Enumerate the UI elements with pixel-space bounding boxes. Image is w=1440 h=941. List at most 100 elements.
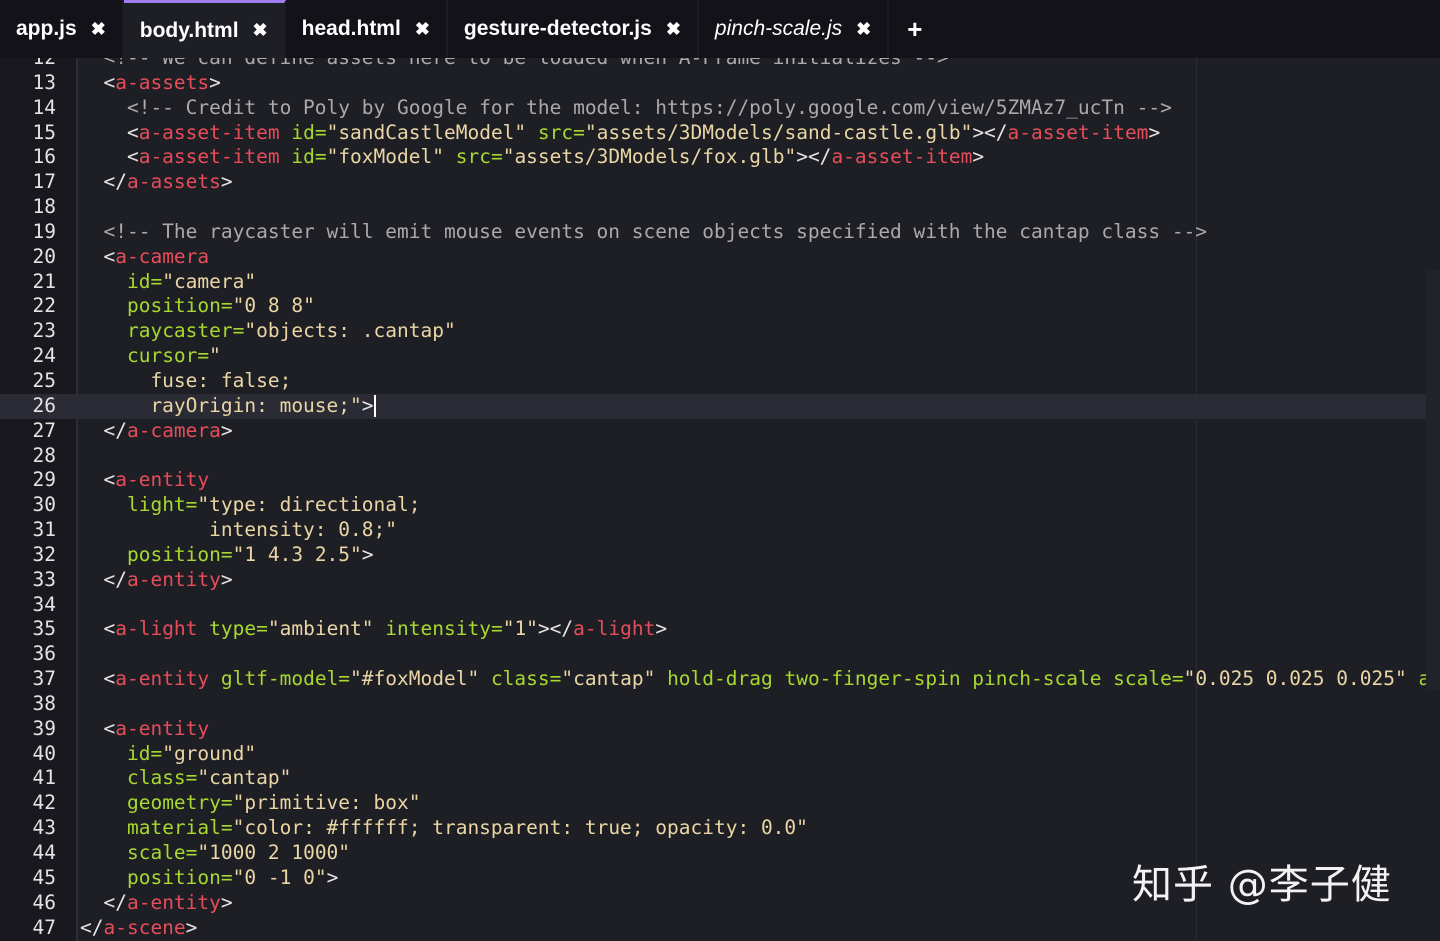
code-text[interactable]: fuse: false; — [80, 369, 291, 394]
close-icon[interactable]: ✖ — [666, 19, 681, 40]
code-attribute: position= — [126, 294, 233, 318]
code-editor[interactable]: 12 <!-- We can define assets here to be … — [0, 58, 1440, 941]
code-line[interactable]: 35 <a-light type="ambient" intensity="1"… — [0, 617, 1440, 642]
code-line[interactable]: 28 — [0, 444, 1440, 469]
code-line[interactable]: 24 cursor=" — [0, 344, 1440, 369]
code-line[interactable]: 21 id="camera" — [0, 270, 1440, 295]
code-text[interactable]: <a-asset-item id="sandCastleModel" src="… — [80, 121, 1160, 146]
code-line[interactable]: 22 position="0 8 8" — [0, 294, 1440, 319]
code-line[interactable]: 32 position="1 4.3 2.5"> — [0, 543, 1440, 568]
code-text[interactable]: material="color: #ffffff; transparent: t… — [80, 816, 808, 841]
code-text[interactable]: <a-camera — [80, 245, 209, 270]
line-number: 29 — [32, 468, 56, 492]
code-text[interactable]: <!-- We can define assets here to be loa… — [80, 58, 948, 71]
close-icon[interactable]: ✖ — [91, 19, 106, 40]
code-text[interactable]: </a-entity> — [80, 567, 233, 593]
code-punct — [80, 816, 127, 839]
code-line[interactable]: 16 <a-asset-item id="foxModel" src="asse… — [0, 145, 1440, 170]
code-text[interactable]: <a-entity — [80, 717, 209, 742]
code-line[interactable]: 34 — [0, 593, 1440, 618]
code-attribute: gltf-model= — [220, 667, 351, 691]
code-line[interactable]: 37 <a-entity gltf-model="#foxModel" clas… — [0, 667, 1440, 692]
code-text[interactable]: position="1 4.3 2.5"> — [80, 543, 374, 568]
code-line[interactable]: 42 geometry="primitive: box" — [0, 791, 1440, 816]
code-string: "sandCastleModel" — [326, 120, 527, 144]
code-attribute: geometry= — [126, 791, 233, 815]
code-line[interactable]: 41 class="cantap" — [0, 766, 1440, 791]
code-line[interactable]: 19 <!-- The raycaster will emit mouse ev… — [0, 220, 1440, 245]
code-punct — [1407, 667, 1419, 690]
code-line[interactable]: 20 <a-camera — [0, 245, 1440, 270]
code-string: "1" — [502, 617, 538, 641]
code-text[interactable]: <a-asset-item id="foxModel" src="assets/… — [80, 145, 984, 170]
code-text[interactable]: position="0 -1 0"> — [80, 866, 338, 891]
code-line[interactable]: 13 <a-assets> — [0, 71, 1440, 96]
code-line[interactable]: 40 id="ground" — [0, 742, 1440, 767]
code-text[interactable]: scale="1000 2 1000" — [80, 841, 350, 866]
code-tag: a-scene — [103, 915, 186, 939]
code-text[interactable]: <a-light type="ambient" intensity="1"></… — [80, 617, 667, 642]
code-text[interactable]: intensity: 0.8;" — [80, 518, 397, 543]
code-text[interactable]: <a-entity — [80, 468, 209, 493]
tab-app-js[interactable]: app.js ✖ — [0, 0, 124, 58]
code-text[interactable]: <a-assets> — [80, 71, 220, 96]
code-punct — [80, 866, 127, 889]
code-punct: > — [220, 567, 233, 591]
close-icon[interactable]: ✖ — [415, 19, 430, 40]
code-attribute: position= — [126, 865, 233, 889]
code-line[interactable]: 26 rayOrigin: mouse;"> — [0, 393, 1440, 419]
code-attribute: light= — [126, 493, 198, 517]
add-tab-icon[interactable]: + — [889, 0, 940, 58]
code-punct — [655, 667, 667, 690]
code-text[interactable]: position="0 8 8" — [80, 294, 315, 319]
code-text[interactable]: geometry="primitive: box" — [80, 791, 421, 816]
code-line[interactable]: 31 intensity: 0.8;" — [0, 518, 1440, 543]
code-punct — [280, 121, 292, 144]
code-line[interactable]: 43 material="color: #ffffff; transparent… — [0, 816, 1440, 841]
code-line[interactable]: 15 <a-asset-item id="sandCastleModel" sr… — [0, 121, 1440, 146]
code-line[interactable]: 12 <!-- We can define assets here to be … — [0, 58, 1440, 71]
code-line[interactable]: 29 <a-entity — [0, 468, 1440, 493]
tab-body-html[interactable]: body.html ✖ — [123, 0, 286, 58]
code-text[interactable]: light="type: directional; — [80, 493, 421, 518]
code-line[interactable]: 18 — [0, 195, 1440, 220]
code-text[interactable]: </a-scene> — [80, 916, 197, 941]
close-icon[interactable]: ✖ — [856, 19, 871, 40]
code-text[interactable]: </a-assets> — [80, 170, 232, 195]
code-text[interactable]: id="camera" — [80, 270, 256, 295]
code-text[interactable]: <!-- The raycaster will emit mouse event… — [80, 220, 1207, 245]
code-line[interactable]: 25 fuse: false; — [0, 369, 1440, 394]
code-text[interactable]: </a-camera> — [80, 419, 232, 444]
code-lines[interactable]: 12 <!-- We can define assets here to be … — [0, 58, 1440, 940]
code-attribute: intensity= — [385, 617, 503, 641]
code-line[interactable]: 27 </a-camera> — [0, 419, 1440, 444]
code-line[interactable]: 33 </a-entity> — [0, 568, 1440, 593]
code-text[interactable]: id="ground" — [80, 742, 256, 767]
code-line[interactable]: 23 raycaster="objects: .cantap" — [0, 319, 1440, 344]
code-text[interactable]: </a-entity> — [80, 891, 232, 916]
vertical-scrollbar[interactable] — [1426, 270, 1440, 690]
code-line[interactable]: 14 <!-- Credit to Poly by Google for the… — [0, 96, 1440, 121]
code-attribute: type= — [209, 617, 268, 641]
tab-pinch-scale-js[interactable]: pinch-scale.js ✖ — [698, 0, 890, 58]
watermark: 知乎 @李子健 — [1132, 862, 1392, 908]
code-text[interactable]: raycaster="objects: .cantap" — [80, 319, 456, 344]
code-line[interactable]: 17 </a-assets> — [0, 170, 1440, 195]
code-text[interactable]: rayOrigin: mouse;"> — [80, 394, 376, 419]
code-text[interactable]: <a-entity gltf-model="#foxModel" class="… — [80, 667, 1440, 692]
tab-gesture-detector-js[interactable]: gesture-detector.js ✖ — [447, 0, 699, 58]
code-punct — [80, 294, 127, 317]
code-tag: a-assets — [126, 170, 221, 194]
code-line[interactable]: 30 light="type: directional; — [0, 493, 1440, 518]
code-line[interactable]: 47 </a-scene> — [0, 916, 1440, 941]
code-string: "0 8 8" — [232, 294, 315, 318]
code-line[interactable]: 39 <a-entity — [0, 717, 1440, 742]
code-tag: a-entity — [115, 667, 210, 691]
code-text[interactable]: cursor=" — [80, 344, 221, 369]
close-icon[interactable]: ✖ — [253, 20, 268, 41]
code-line[interactable]: 38 — [0, 692, 1440, 717]
tab-head-html[interactable]: head.html ✖ — [285, 0, 448, 58]
code-text[interactable]: <!-- Credit to Poly by Google for the mo… — [80, 96, 1172, 121]
code-line[interactable]: 36 — [0, 642, 1440, 667]
code-text[interactable]: class="cantap" — [80, 766, 291, 791]
